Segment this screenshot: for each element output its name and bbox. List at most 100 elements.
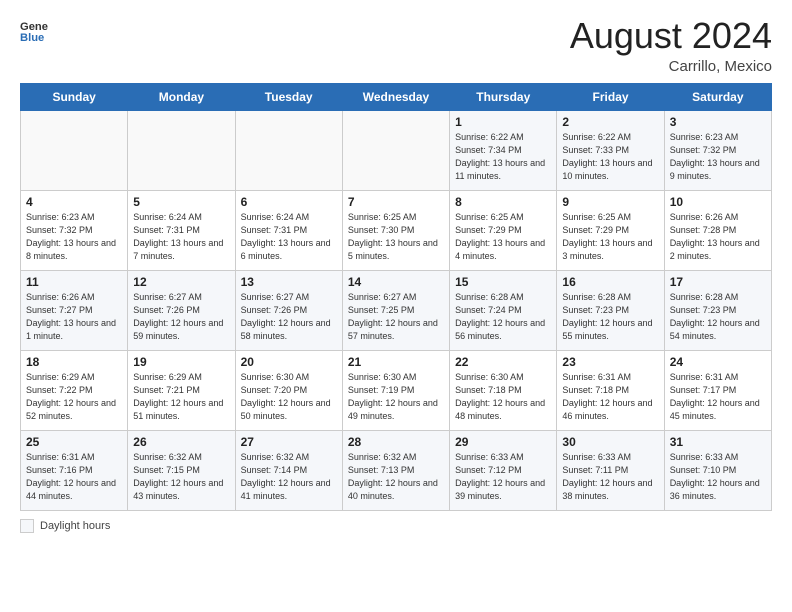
day-number: 31 <box>670 435 766 449</box>
calendar-cell: 27Sunrise: 6:32 AM Sunset: 7:14 PM Dayli… <box>235 430 342 510</box>
day-number: 9 <box>562 195 658 209</box>
cell-content: Sunrise: 6:25 AM Sunset: 7:30 PM Dayligh… <box>348 211 444 263</box>
calendar-cell <box>235 110 342 190</box>
cell-content: Sunrise: 6:25 AM Sunset: 7:29 PM Dayligh… <box>455 211 551 263</box>
day-number: 23 <box>562 355 658 369</box>
calendar-cell: 25Sunrise: 6:31 AM Sunset: 7:16 PM Dayli… <box>21 430 128 510</box>
cell-content: Sunrise: 6:26 AM Sunset: 7:28 PM Dayligh… <box>670 211 766 263</box>
calendar-cell: 30 Sunrise: 6:33 AM Sunset: 7:11 PM Dayli… <box>557 430 664 510</box>
day-number: 12 <box>133 275 229 289</box>
location-subtitle: Carrillo, Mexico <box>570 58 772 75</box>
cell-content: Sunrise: 6:30 AM Sunset: 7:18 PM Dayligh… <box>455 371 551 423</box>
cell-content: Sunrise: 6:27 AM Sunset: 7:26 PM Dayligh… <box>133 291 229 343</box>
day-number: 11 <box>26 275 122 289</box>
calendar-cell <box>21 110 128 190</box>
calendar-cell <box>128 110 235 190</box>
cell-content: Sunrise: 6:33 AM Sunset: 7:10 PM Dayligh… <box>670 451 766 503</box>
title-section: August 2024 Carrillo, Mexico <box>570 16 772 75</box>
calendar-cell: 19Sunrise: 6:29 AM Sunset: 7:21 PM Dayli… <box>128 350 235 430</box>
day-number: 16 <box>562 275 658 289</box>
day-number: 21 <box>348 355 444 369</box>
page-header: General Blue August 2024 Carrillo, Mexic… <box>20 16 772 75</box>
day-number: 6 <box>241 195 337 209</box>
cell-content: Sunrise: 6:26 AM Sunset: 7:27 PM Dayligh… <box>26 291 122 343</box>
cell-content: Sunrise: 6:29 AM Sunset: 7:22 PM Dayligh… <box>26 371 122 423</box>
calendar-cell: 28 Sunrise: 6:32 AM Sunset: 7:13 PM Dayli… <box>342 430 449 510</box>
day-of-week-header: Monday <box>128 83 235 110</box>
calendar-cell: 6 Sunrise: 6:24 AM Sunset: 7:31 PM Daylig… <box>235 190 342 270</box>
calendar-cell: 14Sunrise: 6:27 AM Sunset: 7:25 PM Dayli… <box>342 270 449 350</box>
day-number: 1 <box>455 115 551 129</box>
day-of-week-header: Thursday <box>450 83 557 110</box>
day-number: 13 <box>241 275 337 289</box>
calendar-week-row: 18 Sunrise: 6:29 AM Sunset: 7:22 PM Dayli… <box>21 350 772 430</box>
day-number: 7 <box>348 195 444 209</box>
calendar-cell: 20Sunrise: 6:30 AM Sunset: 7:20 PM Dayli… <box>235 350 342 430</box>
cell-content: Sunrise: 6:22 AM Sunset: 7:33 PM Dayligh… <box>562 131 658 183</box>
month-year-title: August 2024 <box>570 16 772 56</box>
calendar-week-row: 1Sunrise: 6:22 AM Sunset: 7:34 PM Daylig… <box>21 110 772 190</box>
day-number: 3 <box>670 115 766 129</box>
calendar-cell <box>342 110 449 190</box>
calendar-cell: 7 Sunrise: 6:25 AM Sunset: 7:30 PM Daylig… <box>342 190 449 270</box>
calendar-week-row: 25Sunrise: 6:31 AM Sunset: 7:16 PM Dayli… <box>21 430 772 510</box>
day-number: 17 <box>670 275 766 289</box>
calendar-cell: 26 Sunrise: 6:32 AM Sunset: 7:15 PM Dayli… <box>128 430 235 510</box>
calendar-cell: 1Sunrise: 6:22 AM Sunset: 7:34 PM Daylig… <box>450 110 557 190</box>
calendar-header-row: SundayMondayTuesdayWednesdayThursdayFrid… <box>21 83 772 110</box>
day-number: 29 <box>455 435 551 449</box>
cell-content: Sunrise: 6:27 AM Sunset: 7:26 PM Dayligh… <box>241 291 337 343</box>
cell-content: Sunrise: 6:24 AM Sunset: 7:31 PM Dayligh… <box>133 211 229 263</box>
cell-content: Sunrise: 6:31 AM Sunset: 7:18 PM Dayligh… <box>562 371 658 423</box>
day-number: 10 <box>670 195 766 209</box>
day-number: 25 <box>26 435 122 449</box>
cell-content: Sunrise: 6:28 AM Sunset: 7:23 PM Dayligh… <box>562 291 658 343</box>
cell-content: Sunrise: 6:24 AM Sunset: 7:31 PM Dayligh… <box>241 211 337 263</box>
calendar-cell: 8 Sunrise: 6:25 AM Sunset: 7:29 PM Daylig… <box>450 190 557 270</box>
calendar-cell: 10 Sunrise: 6:26 AM Sunset: 7:28 PM Dayli… <box>664 190 771 270</box>
legend-box <box>20 519 34 533</box>
day-number: 22 <box>455 355 551 369</box>
calendar-cell: 16 Sunrise: 6:28 AM Sunset: 7:23 PM Dayli… <box>557 270 664 350</box>
calendar-cell: 31 Sunrise: 6:33 AM Sunset: 7:10 PM Dayli… <box>664 430 771 510</box>
cell-content: Sunrise: 6:32 AM Sunset: 7:15 PM Dayligh… <box>133 451 229 503</box>
day-number: 18 <box>26 355 122 369</box>
calendar-cell: 11 Sunrise: 6:26 AM Sunset: 7:27 PM Dayli… <box>21 270 128 350</box>
cell-content: Sunrise: 6:32 AM Sunset: 7:14 PM Dayligh… <box>241 451 337 503</box>
logo: General Blue <box>20 16 48 44</box>
day-number: 30 <box>562 435 658 449</box>
cell-content: Sunrise: 6:31 AM Sunset: 7:17 PM Dayligh… <box>670 371 766 423</box>
day-number: 19 <box>133 355 229 369</box>
calendar-cell: 29 Sunrise: 6:33 AM Sunset: 7:12 PM Dayli… <box>450 430 557 510</box>
calendar-cell: 12 Sunrise: 6:27 AM Sunset: 7:26 PM Dayli… <box>128 270 235 350</box>
cell-content: Sunrise: 6:28 AM Sunset: 7:23 PM Dayligh… <box>670 291 766 343</box>
calendar-cell: 4Sunrise: 6:23 AM Sunset: 7:32 PM Daylig… <box>21 190 128 270</box>
calendar-cell: 5 Sunrise: 6:24 AM Sunset: 7:31 PM Daylig… <box>128 190 235 270</box>
calendar-cell: 23 Sunrise: 6:31 AM Sunset: 7:18 PM Dayli… <box>557 350 664 430</box>
day-number: 26 <box>133 435 229 449</box>
day-number: 24 <box>670 355 766 369</box>
day-of-week-header: Tuesday <box>235 83 342 110</box>
day-number: 8 <box>455 195 551 209</box>
calendar-cell: 21Sunrise: 6:30 AM Sunset: 7:19 PM Dayli… <box>342 350 449 430</box>
day-number: 5 <box>133 195 229 209</box>
day-number: 28 <box>348 435 444 449</box>
calendar-table: SundayMondayTuesdayWednesdayThursdayFrid… <box>20 83 772 511</box>
day-of-week-header: Friday <box>557 83 664 110</box>
calendar-week-row: 11 Sunrise: 6:26 AM Sunset: 7:27 PM Dayli… <box>21 270 772 350</box>
calendar-cell: 18 Sunrise: 6:29 AM Sunset: 7:22 PM Dayli… <box>21 350 128 430</box>
legend-label: Daylight hours <box>40 520 110 532</box>
cell-content: Sunrise: 6:30 AM Sunset: 7:20 PM Dayligh… <box>241 371 337 423</box>
day-of-week-header: Wednesday <box>342 83 449 110</box>
cell-content: Sunrise: 6:33 AM Sunset: 7:12 PM Dayligh… <box>455 451 551 503</box>
calendar-cell: 2 Sunrise: 6:22 AM Sunset: 7:33 PM Daylig… <box>557 110 664 190</box>
calendar-cell: 3Sunrise: 6:23 AM Sunset: 7:32 PM Daylig… <box>664 110 771 190</box>
day-number: 2 <box>562 115 658 129</box>
generalblue-logo-icon: General Blue <box>20 16 48 44</box>
cell-content: Sunrise: 6:23 AM Sunset: 7:32 PM Dayligh… <box>26 211 122 263</box>
day-of-week-header: Sunday <box>21 83 128 110</box>
calendar-cell: 15Sunrise: 6:28 AM Sunset: 7:24 PM Dayli… <box>450 270 557 350</box>
cell-content: Sunrise: 6:33 AM Sunset: 7:11 PM Dayligh… <box>562 451 658 503</box>
calendar-week-row: 4Sunrise: 6:23 AM Sunset: 7:32 PM Daylig… <box>21 190 772 270</box>
cell-content: Sunrise: 6:32 AM Sunset: 7:13 PM Dayligh… <box>348 451 444 503</box>
